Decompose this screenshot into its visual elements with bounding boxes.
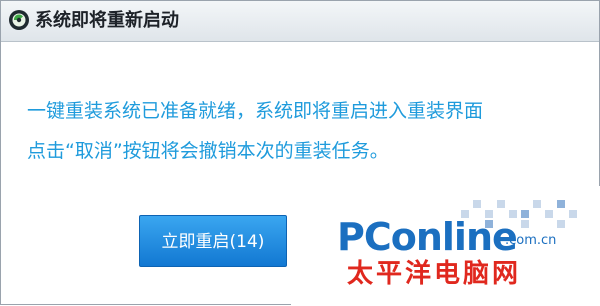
message-line-2: 点击“取消”按钮将会撤销本次的重装任务。 [27, 140, 389, 162]
pconline-chinese-name: 太平洋电脑网 [347, 259, 522, 289]
pconline-domain: .com.cn [505, 233, 557, 248]
window-title: 系统即将重新启动 [35, 10, 179, 31]
restart-now-button[interactable]: 立即重启(14) [139, 215, 287, 267]
title-bar: 系统即将重新启动 [1, 1, 599, 42]
info-message: 一键重装系统已准备就绪，系统即将重启进入重装界面 点击“取消”按钮将会撤销本次的… [27, 91, 587, 171]
restart-dialog: 系统即将重新启动 一键重装系统已准备就绪，系统即将重启进入重装界面 点击“取消”… [0, 0, 600, 306]
pconline-watermark: PConline .com.cn 太平洋电脑网 [291, 186, 600, 306]
pconline-logo-text: PConline [337, 215, 518, 259]
message-line-1: 一键重装系统已准备就绪，系统即将重启进入重装界面 [27, 100, 484, 122]
app-logo-icon [9, 10, 29, 30]
